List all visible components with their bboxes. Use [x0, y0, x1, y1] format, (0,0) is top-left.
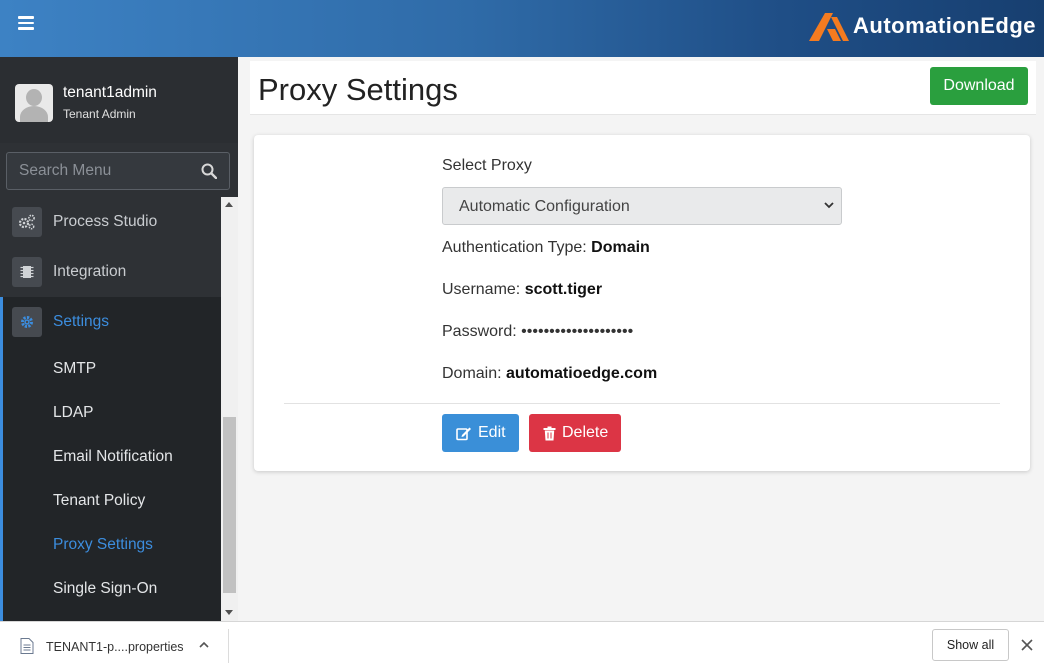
username-field: Username: scott.tiger	[442, 281, 602, 299]
auth-type-label: Authentication Type:	[442, 239, 587, 256]
select-proxy-label: Select Proxy	[442, 157, 532, 174]
edit-button[interactable]: Edit	[442, 414, 519, 452]
chip-icon	[12, 257, 42, 287]
delete-button-label: Delete	[562, 424, 609, 441]
domain-field: Domain: automatioedge.com	[442, 365, 657, 383]
proxy-settings-card: Select Proxy Automatic Configuration Aut…	[254, 135, 1030, 471]
sidebar-menu: Process Studio Integration SMTP LDAP Ema…	[0, 197, 221, 621]
sidebar-item-label: Process Studio	[53, 213, 158, 230]
user-role: Tenant Admin	[63, 107, 136, 121]
select-proxy-value: Automatic Configuration	[459, 198, 630, 215]
gears-icon	[12, 207, 42, 237]
automationedge-logo-icon	[809, 13, 849, 41]
show-all-button[interactable]: Show all	[932, 629, 1009, 661]
page-header: Proxy Settings Download	[250, 61, 1036, 115]
sidebar-item-settings[interactable]: Settings	[0, 297, 221, 347]
divider	[228, 629, 229, 663]
avatar	[15, 84, 53, 122]
search-menu	[6, 152, 230, 190]
top-header: AutomationEdge	[0, 0, 1044, 57]
sidebar: tenant1admin Tenant Admin Process Studio	[0, 57, 238, 621]
download-bar: TENANT1-p....properties Show all	[0, 621, 1044, 667]
scroll-down-arrow-icon[interactable]	[225, 610, 233, 615]
brand-logo: AutomationEdge	[807, 6, 1036, 46]
user-panel: tenant1admin Tenant Admin	[0, 57, 238, 143]
downloaded-file-name[interactable]: TENANT1-p....properties	[46, 640, 184, 654]
search-input[interactable]	[7, 153, 197, 189]
password-label: Password:	[442, 323, 517, 340]
scroll-up-arrow-icon[interactable]	[225, 202, 233, 207]
trash-icon	[543, 426, 556, 440]
sidebar-subitem-single-sign-on[interactable]: Single Sign-On	[53, 580, 157, 598]
active-indicator	[0, 297, 3, 347]
edit-button-label: Edit	[478, 424, 506, 441]
download-button[interactable]: Download	[930, 67, 1028, 105]
gear-icon	[12, 307, 42, 337]
search-icon[interactable]	[201, 163, 217, 179]
chevron-down-icon	[824, 202, 834, 209]
brand-name: AutomationEdge	[853, 13, 1036, 38]
domain-label: Domain:	[442, 365, 502, 382]
close-icon[interactable]	[1020, 638, 1034, 652]
sidebar-subitem-smtp[interactable]: SMTP	[53, 360, 96, 378]
delete-button[interactable]: Delete	[529, 414, 621, 452]
file-icon	[20, 638, 34, 654]
user-name: tenant1admin	[63, 84, 157, 101]
domain-value: automatioedge.com	[506, 365, 658, 382]
auth-type-field: Authentication Type: Domain	[442, 239, 650, 257]
sidebar-subitem-ldap[interactable]: LDAP	[53, 404, 94, 422]
sidebar-item-label: Integration	[53, 263, 127, 280]
username-value: scott.tiger	[524, 281, 603, 298]
password-field: Password: ••••••••••••••••••••	[442, 323, 633, 341]
edit-icon	[456, 427, 471, 440]
sidebar-subitem-tenant-policy[interactable]: Tenant Policy	[53, 492, 145, 510]
username-label: Username:	[442, 281, 521, 298]
sidebar-subitem-proxy-settings[interactable]: Proxy Settings	[53, 536, 153, 554]
sidebar-subitem-email-notification[interactable]: Email Notification	[53, 448, 173, 466]
sidebar-item-integration[interactable]: Integration	[0, 247, 221, 297]
select-proxy-dropdown[interactable]: Automatic Configuration	[442, 187, 842, 225]
main-content: Proxy Settings Download Select Proxy Aut…	[238, 57, 1044, 621]
divider	[284, 403, 1000, 404]
chevron-up-icon[interactable]	[198, 640, 210, 650]
sidebar-item-label: Settings	[53, 313, 110, 330]
scroll-thumb[interactable]	[223, 417, 236, 593]
password-value: ••••••••••••••••••••	[521, 323, 634, 340]
sidebar-scrollbar[interactable]	[221, 197, 238, 621]
sidebar-item-process-studio[interactable]: Process Studio	[0, 197, 221, 247]
hamburger-menu-icon[interactable]	[18, 16, 34, 30]
page-title: Proxy Settings	[258, 72, 458, 107]
auth-type-value: Domain	[591, 239, 650, 256]
